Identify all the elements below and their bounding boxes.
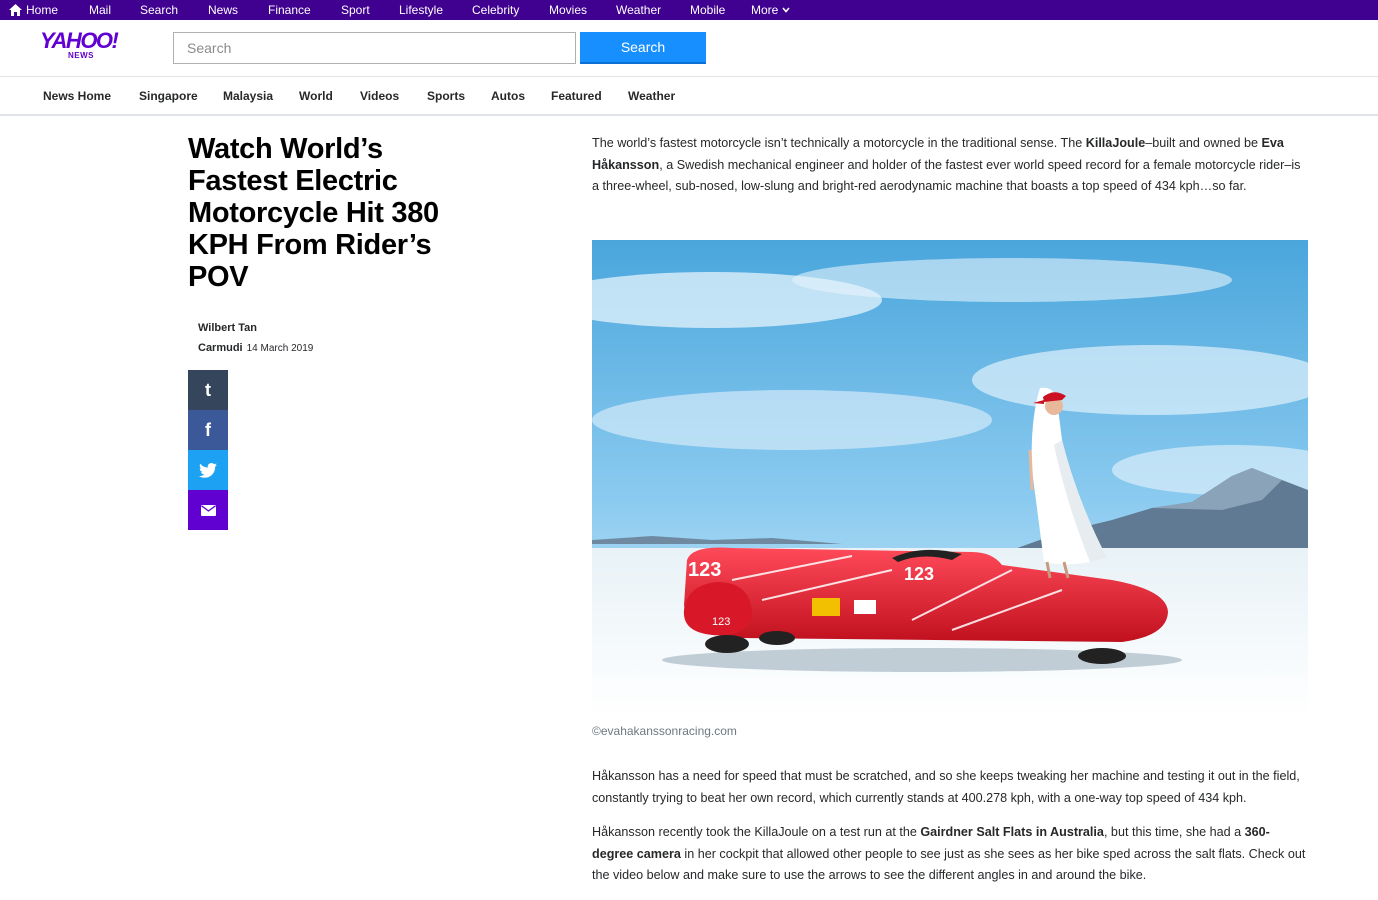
topnav-more[interactable]: More	[751, 3, 790, 17]
site-header: YAHOO! NEWS Search	[0, 20, 1378, 77]
topnav-lifestyle[interactable]: Lifestyle	[399, 3, 443, 17]
topnav-mail[interactable]: Mail	[89, 3, 111, 17]
subnav-malaysia[interactable]: Malaysia	[223, 89, 273, 103]
share-tumblr-button[interactable]: t	[188, 370, 228, 410]
paragraph-text: , but this time, she had a	[1103, 825, 1245, 839]
article-paragraph: Håkansson recently took the KillaJoule o…	[592, 822, 1308, 887]
article-image: 123 123 123	[592, 240, 1308, 718]
article-byline: Carmudi 14 March 2019	[198, 342, 313, 354]
article-paragraph: The world’s fastest motorcycle isn’t tec…	[592, 133, 1308, 198]
topnav-weather[interactable]: Weather	[616, 3, 661, 17]
topnav-movies[interactable]: Movies	[549, 3, 587, 17]
paragraph-text: The world’s fastest motorcycle isn’t tec…	[592, 136, 1086, 150]
subnav-featured[interactable]: Featured	[551, 89, 602, 103]
paragraph-text: , a Swedish mechanical engineer and hold…	[592, 157, 1301, 194]
topnav-home-label: Home	[26, 3, 59, 17]
topnav-mobile[interactable]: Mobile	[690, 3, 725, 17]
share-facebook-button[interactable]: f	[188, 410, 228, 450]
killajoule-photo: 123 123 123	[592, 240, 1308, 718]
topnav-home[interactable]: Home	[9, 3, 58, 17]
subnav-singapore[interactable]: Singapore	[139, 89, 198, 103]
logo-subtitle: NEWS	[68, 51, 94, 60]
image-caption: ©evahakanssonracing.com	[592, 724, 737, 738]
top-navigation-bar: Home Mail Search News Finance Sport Life…	[0, 0, 1378, 20]
article-headline: Watch World’s Fastest Electric Motorcycl…	[188, 133, 439, 293]
mail-icon	[200, 504, 216, 516]
topnav-search[interactable]: Search	[140, 3, 178, 17]
yahoo-news-logo[interactable]: YAHOO! NEWS	[40, 30, 124, 64]
topnav-sport[interactable]: Sport	[341, 3, 370, 17]
paragraph-bold: KillaJoule	[1085, 136, 1146, 150]
facebook-icon: f	[205, 419, 211, 440]
topnav-finance[interactable]: Finance	[268, 3, 311, 17]
paragraph-text: Håkansson recently took the KillaJoule o…	[592, 825, 921, 839]
subnav-world[interactable]: World	[299, 89, 333, 103]
topnav-celebrity[interactable]: Celebrity	[472, 3, 519, 17]
paragraph-bold: Gairdner Salt Flats in Australia	[920, 825, 1104, 839]
article-paragraph: Håkansson has a need for speed that must…	[592, 769, 1300, 805]
subnav-weather[interactable]: Weather	[628, 89, 675, 103]
article-provider: Carmudi	[198, 342, 243, 354]
article-date: 14 March 2019	[246, 343, 314, 354]
vehicle-number: 123	[904, 564, 934, 584]
chevron-down-icon	[782, 7, 790, 13]
home-icon	[9, 4, 22, 16]
article-author: Wilbert Tan	[198, 322, 257, 334]
paragraph-text: –built and owned be	[1145, 136, 1262, 150]
section-navigation: News Home Singapore Malaysia World Video…	[0, 77, 1378, 116]
subnav-autos[interactable]: Autos	[491, 89, 525, 103]
subnav-sports[interactable]: Sports	[427, 89, 465, 103]
subnav-videos[interactable]: Videos	[360, 89, 399, 103]
search-button[interactable]: Search	[580, 32, 706, 64]
twitter-icon	[199, 462, 217, 478]
share-mail-button[interactable]	[188, 490, 228, 530]
vehicle-number: 123	[688, 559, 721, 581]
paragraph-text: in her cockpit that allowed other people…	[592, 846, 1306, 883]
subnav-news-home[interactable]: News Home	[43, 89, 111, 103]
topnav-news[interactable]: News	[208, 3, 238, 17]
search-input[interactable]	[173, 32, 576, 64]
tumblr-icon: t	[205, 379, 211, 400]
share-twitter-button[interactable]	[188, 450, 228, 490]
logo-wordmark: YAHOO!	[40, 28, 119, 53]
vehicle-number: 123	[712, 616, 730, 628]
topnav-more-label: More	[751, 3, 779, 17]
